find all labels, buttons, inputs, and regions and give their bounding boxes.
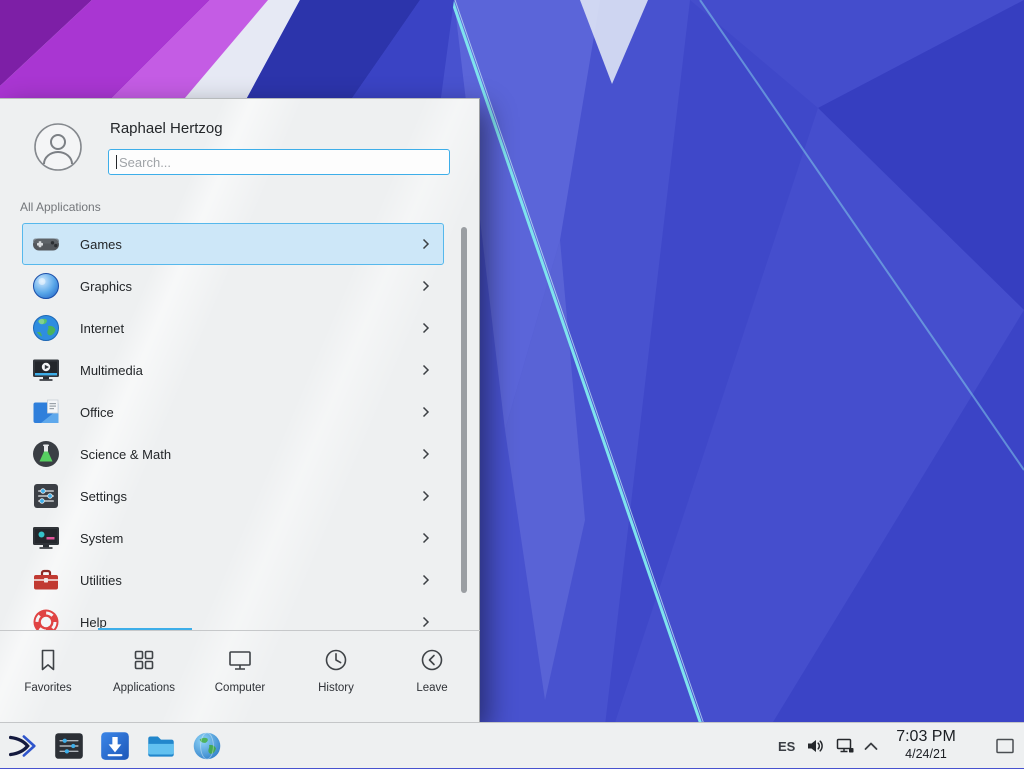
category-settings[interactable]: Settings [22, 475, 444, 517]
tab-label: Applications [113, 682, 175, 694]
chevron-right-icon [422, 448, 430, 460]
category-multimedia[interactable]: Multimedia [22, 349, 444, 391]
category-label: Internet [80, 321, 124, 336]
tweaks-icon [52, 729, 86, 763]
chevron-right-icon [422, 616, 430, 628]
installer-icon [98, 729, 132, 763]
category-internet[interactable]: Internet [22, 307, 444, 349]
chevron-right-icon [422, 490, 430, 502]
tab-history[interactable]: History [288, 631, 384, 722]
user-avatar-icon[interactable] [34, 123, 82, 171]
category-label: Utilities [80, 573, 122, 588]
tab-label: History [318, 682, 354, 694]
category-label: System [80, 531, 123, 546]
tab-favorites[interactable]: Favorites [0, 631, 96, 722]
search-input[interactable] [109, 150, 449, 174]
graphics-icon [30, 270, 62, 302]
web-browser-icon [190, 729, 224, 763]
chevron-right-icon [422, 322, 430, 334]
scrollbar[interactable] [461, 227, 467, 593]
chevron-right-icon [422, 280, 430, 292]
category-label: Settings [80, 489, 127, 504]
multimedia-icon [30, 354, 62, 386]
web-browser-launcher[interactable] [190, 729, 224, 763]
settings-icon [30, 480, 62, 512]
text-cursor [116, 155, 117, 169]
taskbar-panel: ES 7:03 PM 4/24/21 [0, 722, 1024, 768]
user-name: Raphael Hertzog [110, 120, 223, 137]
category-label: Graphics [80, 279, 132, 294]
installer-launcher[interactable] [98, 729, 132, 763]
category-label: Office [80, 405, 114, 420]
clock-time: 7:03 PM [876, 727, 976, 747]
section-label: All Applications [20, 200, 101, 214]
application-launcher-menu: Raphael Hertzog All Applications Games [0, 98, 480, 722]
office-icon [30, 396, 62, 428]
launcher-tab-bar: Favorites Applications Computer Histor [0, 630, 480, 722]
applications-icon [130, 646, 158, 674]
tab-label: Favorites [24, 682, 71, 694]
app-launcher-icon [5, 729, 39, 763]
category-office[interactable]: Office [22, 391, 444, 433]
category-games[interactable]: Games [22, 223, 444, 265]
search-box [108, 149, 450, 175]
system-icon [30, 522, 62, 554]
category-list: Games Graphics [0, 223, 480, 631]
file-manager-launcher[interactable] [144, 729, 178, 763]
leave-icon [418, 646, 446, 674]
category-graphics[interactable]: Graphics [22, 265, 444, 307]
chevron-right-icon [422, 238, 430, 250]
category-label: Multimedia [80, 363, 143, 378]
show-desktop-icon [995, 737, 1015, 755]
utilities-icon [30, 564, 62, 596]
tweaks-launcher[interactable] [52, 729, 86, 763]
help-icon [30, 606, 62, 631]
tab-applications[interactable]: Applications [96, 631, 192, 722]
category-help[interactable]: Help [22, 601, 444, 631]
keyboard-layout-indicator[interactable]: ES [778, 723, 795, 769]
tab-label: Computer [215, 682, 266, 694]
science-icon [30, 438, 62, 470]
games-icon [30, 228, 62, 260]
category-label: Science & Math [80, 447, 171, 462]
chevron-right-icon [422, 364, 430, 376]
clock-widget[interactable]: 7:03 PM 4/24/21 [876, 727, 976, 763]
history-icon [322, 646, 350, 674]
category-system[interactable]: System [22, 517, 444, 559]
network-icon[interactable] [836, 723, 855, 769]
tab-leave[interactable]: Leave [384, 631, 480, 722]
category-label: Games [80, 237, 122, 252]
computer-icon [226, 646, 254, 674]
chevron-right-icon [422, 574, 430, 586]
show-desktop-button[interactable] [992, 723, 1018, 769]
tab-label: Leave [416, 682, 447, 694]
favorites-icon [34, 646, 62, 674]
file-manager-icon [144, 729, 178, 763]
volume-icon[interactable] [806, 723, 826, 769]
chevron-right-icon [422, 406, 430, 418]
category-utilities[interactable]: Utilities [22, 559, 444, 601]
internet-icon [30, 312, 62, 344]
clock-date: 4/24/21 [876, 747, 976, 763]
chevron-right-icon [422, 532, 430, 544]
app-launcher-button[interactable] [5, 729, 39, 763]
category-science-math[interactable]: Science & Math [22, 433, 444, 475]
tab-computer[interactable]: Computer [192, 631, 288, 722]
